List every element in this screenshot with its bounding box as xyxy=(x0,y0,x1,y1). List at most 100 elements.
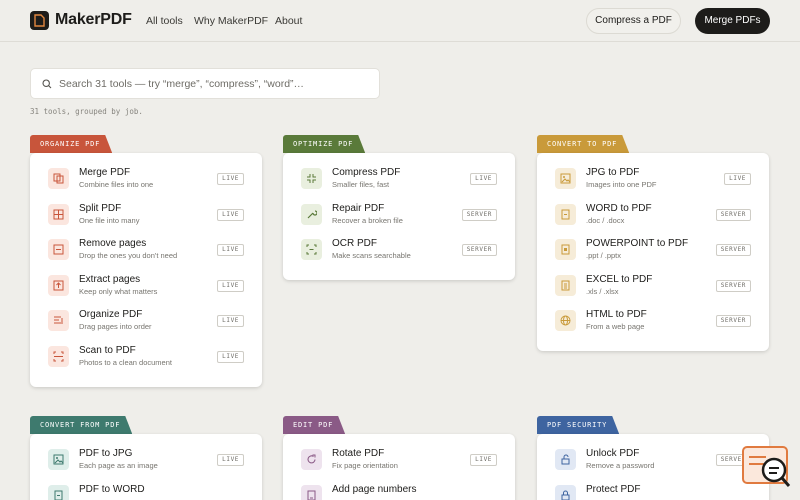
tool-row[interactable]: Protect PDF xyxy=(555,482,751,500)
tool-description: From a web page xyxy=(586,322,645,332)
tool-description: Drag pages into order xyxy=(79,322,152,332)
tool-description: .ppt / .pptx xyxy=(586,251,622,261)
top-bar: MakerPDF All tools Why MakerPDF About Co… xyxy=(0,0,800,42)
brand-name[interactable]: MakerPDF xyxy=(55,11,132,29)
extract-icon xyxy=(48,274,69,296)
tool-name: Remove pages xyxy=(79,238,147,250)
organize-icon xyxy=(48,310,69,332)
globe-icon xyxy=(555,310,576,332)
status-badge: LIVE xyxy=(217,454,244,466)
group-tab: EDIT PDF xyxy=(283,416,345,434)
tool-row[interactable]: Split PDF One file into many LIVE xyxy=(48,201,244,229)
tool-name: WORD to PDF xyxy=(586,202,652,214)
tool-name: HTML to PDF xyxy=(586,309,647,321)
tool-row[interactable]: Repair PDF Recover a broken file SERVER xyxy=(301,201,497,229)
status-badge: LIVE xyxy=(217,208,244,221)
tool-description: Photos to a clean document xyxy=(79,358,172,367)
group-tab: PDF SECURITY xyxy=(537,416,619,434)
group-tab: OPTIMIZE PDF xyxy=(283,135,365,153)
tool-name: EXCEL to PDF xyxy=(586,273,653,285)
logo-icon[interactable] xyxy=(30,11,49,30)
tool-row[interactable]: OCR PDF Make scans searchable SERVER xyxy=(301,236,497,264)
tool-group-card: Compress PDF Smaller files, fast LIVE Repai… xyxy=(283,153,515,280)
tool-description: Remove a password xyxy=(586,461,655,470)
tool-description: .xls / .xlsx xyxy=(586,286,619,296)
status-badge: SERVER xyxy=(461,244,497,257)
image-icon xyxy=(48,449,69,470)
numbers-icon xyxy=(301,484,322,500)
tool-group-card: Merge PDF Combine files into one LIVE Split… xyxy=(30,153,262,387)
slides-icon xyxy=(555,239,576,261)
doc-icon xyxy=(48,484,69,500)
status-badge: SERVER xyxy=(715,208,751,221)
ocr-icon xyxy=(301,239,322,261)
status-badge: LIVE xyxy=(217,244,244,257)
tool-description: Each page as an image xyxy=(79,461,158,470)
tool-row[interactable]: Scan to PDF Photos to a clean document LIV… xyxy=(48,343,244,371)
tool-name: Add page numbers xyxy=(332,483,417,495)
chat-search-icon xyxy=(742,446,791,487)
tool-name: JPG to PDF xyxy=(586,167,640,178)
tool-name: Scan to PDF xyxy=(79,345,136,356)
tool-row[interactable]: Remove pages Drop the ones you don't need… xyxy=(48,236,244,264)
status-badge: LIVE xyxy=(470,454,497,466)
tool-name: Unlock PDF xyxy=(586,448,640,459)
tool-description: Combine files into one xyxy=(79,180,154,189)
tool-row[interactable]: EXCEL to PDF .xls / .xlsx SERVER xyxy=(555,272,751,300)
tool-row[interactable]: Organize PDF Drag pages into order LIVE xyxy=(48,307,244,335)
search-input[interactable] xyxy=(59,69,369,98)
tool-row[interactable]: WORD to PDF .doc / .docx SERVER xyxy=(555,201,751,229)
unlock-icon xyxy=(555,449,576,470)
tool-name: Protect PDF xyxy=(586,483,641,495)
tool-group-card: PDF to JPG Each page as an image LIVE PDF t… xyxy=(30,434,262,500)
tool-description: Make scans searchable xyxy=(332,251,411,261)
tool-description: Drop the ones you don't need xyxy=(79,251,178,261)
scan-icon xyxy=(48,346,69,367)
tool-description: Keep only what matters xyxy=(79,286,158,296)
search-box xyxy=(30,68,380,99)
tool-row[interactable]: PDF to JPG Each page as an image LIVE xyxy=(48,446,244,474)
tool-row[interactable]: JPG to PDF Images into one PDF LIVE xyxy=(555,165,751,193)
status-badge: SERVER xyxy=(715,315,751,328)
group-tab: ORGANIZE PDF xyxy=(30,135,112,153)
nav-why[interactable]: Why MakerPDF xyxy=(194,15,268,27)
tool-row[interactable]: Merge PDF Combine files into one LIVE xyxy=(48,165,244,193)
tool-group-card: Rotate PDF Fix page orientation LIVE Add pa… xyxy=(283,434,515,500)
status-badge: SERVER xyxy=(461,208,497,221)
tool-row[interactable]: HTML to PDF From a web page SERVER xyxy=(555,307,751,335)
tool-name: Split PDF xyxy=(79,202,122,214)
tool-name: OCR PDF xyxy=(332,238,377,250)
tool-description: One file into many xyxy=(79,215,140,225)
group-tab: CONVERT TO PDF xyxy=(537,135,629,153)
tool-row[interactable]: Extract pages Keep only what matters LIVE xyxy=(48,272,244,300)
tool-row[interactable]: Unlock PDF Remove a password SERVER xyxy=(555,446,751,474)
status-badge: LIVE xyxy=(724,173,751,185)
status-badge: SERVER xyxy=(715,244,751,257)
tool-group-card: JPG to PDF Images into one PDF LIVE WORD to… xyxy=(537,153,769,351)
rotate-icon xyxy=(301,449,322,470)
tool-row[interactable]: POWERPOINT to PDF .ppt / .pptx SERVER xyxy=(555,236,751,264)
tool-row[interactable]: PDF to WORD xyxy=(48,482,244,500)
tool-description: Recover a broken file xyxy=(332,215,403,225)
tool-row[interactable]: Compress PDF Smaller files, fast LIVE xyxy=(301,165,497,193)
nav-all-tools[interactable]: All tools xyxy=(146,15,183,27)
lock-icon xyxy=(555,484,576,500)
merge-icon xyxy=(48,168,69,189)
help-chat-widget[interactable] xyxy=(742,445,792,495)
tool-name: Organize PDF xyxy=(79,309,143,321)
tool-name: PDF to WORD xyxy=(79,483,145,495)
tool-name: Compress PDF xyxy=(332,167,401,178)
status-badge: LIVE xyxy=(217,279,244,292)
sheet-icon xyxy=(555,274,576,296)
tool-row[interactable]: Add page numbers xyxy=(301,482,497,500)
search-icon xyxy=(42,79,52,89)
merge-pdfs-button[interactable]: Merge PDFs xyxy=(695,8,770,34)
wrench-icon xyxy=(301,203,322,225)
status-badge: LIVE xyxy=(217,173,244,185)
compress-pdf-button[interactable]: Compress a PDF xyxy=(586,8,681,34)
image-icon xyxy=(555,168,576,189)
tool-row[interactable]: Rotate PDF Fix page orientation LIVE xyxy=(301,446,497,474)
tool-name: Merge PDF xyxy=(79,167,131,178)
tool-name: Extract pages xyxy=(79,273,141,285)
nav-about[interactable]: About xyxy=(275,15,302,27)
